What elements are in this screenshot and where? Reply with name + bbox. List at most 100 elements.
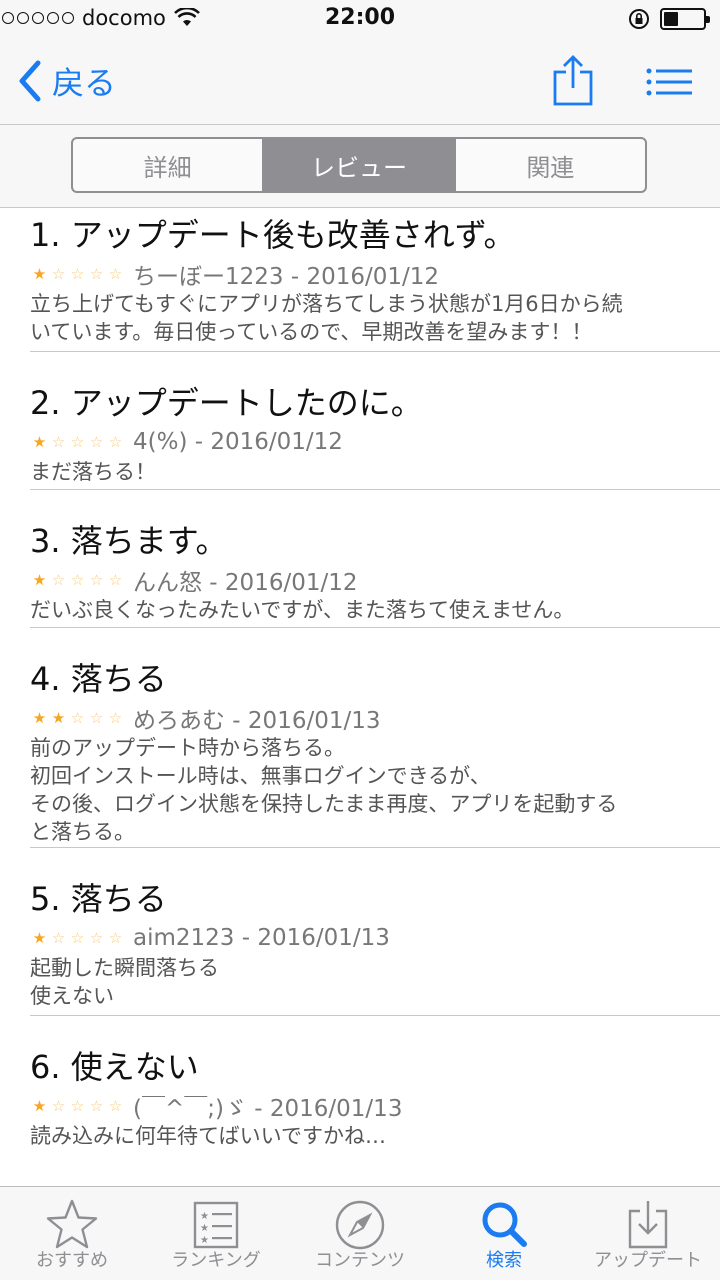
segment-related[interactable]: 関連 xyxy=(453,139,645,191)
review-author-date: 4(%) - 2016/01/12 xyxy=(133,429,343,455)
star-empty-icon: ☆ xyxy=(108,264,123,283)
tab-contents[interactable]: コンテンツ xyxy=(288,1187,432,1280)
compass-icon xyxy=(335,1200,385,1250)
back-label: 戻る xyxy=(52,64,117,102)
review-meta: ★ ★ ☆ ☆ ☆ めろあむ - 2016/01/13 xyxy=(30,702,720,734)
segment-reviews[interactable]: レビュー xyxy=(262,139,454,191)
rating-stars: ★ ☆ ☆ ☆ ☆ xyxy=(30,432,125,451)
star-empty-icon: ☆ xyxy=(89,570,104,589)
tab-featured[interactable]: おすすめ xyxy=(0,1187,144,1280)
review-body: だいぶ良くなったみたいですが、また落ちて使えません。 xyxy=(30,598,575,622)
review-body: 読み込みに何年待てばいいですかね… xyxy=(30,1124,386,1148)
rating-stars: ★ ★ ☆ ☆ ☆ xyxy=(30,708,125,727)
star-filled-icon: ★ xyxy=(51,708,66,727)
star-empty-icon: ☆ xyxy=(51,928,66,947)
star-icon xyxy=(46,1199,98,1249)
review-item[interactable]: 4. 落ちる ★ ★ ☆ ☆ ☆ めろあむ - 2016/01/13 前のアップデート時… xyxy=(30,628,720,848)
star-empty-icon: ☆ xyxy=(70,570,85,589)
star-empty-icon: ☆ xyxy=(108,708,123,727)
status-bar: docomo 22:00 xyxy=(0,0,720,40)
review-meta: ★ ☆ ☆ ☆ ☆ んん怒 - 2016/01/12 xyxy=(30,564,720,596)
list-icon[interactable] xyxy=(646,68,692,96)
share-icon[interactable] xyxy=(552,54,594,106)
review-body: 前のアップデート時から落ちる。 初回インストール時は、無事ログインできるが、 そ… xyxy=(30,736,618,844)
star-empty-icon: ☆ xyxy=(51,570,66,589)
review-author-date: ちーぼー1223 - 2016/01/12 xyxy=(133,264,440,290)
star-empty-icon: ☆ xyxy=(108,1096,123,1115)
svg-text:★: ★ xyxy=(200,1235,209,1246)
star-filled-icon: ★ xyxy=(32,264,47,283)
review-author-date: めろあむ - 2016/01/13 xyxy=(133,708,381,734)
review-item[interactable]: 6. 使えない ★ ☆ ☆ ☆ ☆ (￣^￣;)ゞ - 2016/01/13 読み込みに… xyxy=(30,1016,720,1176)
rating-stars: ★ ☆ ☆ ☆ ☆ xyxy=(30,928,125,947)
review-author-date: (￣^￣;)ゞ - 2016/01/13 xyxy=(133,1096,403,1122)
review-item[interactable]: 3. 落ちます。 ★ ☆ ☆ ☆ ☆ んん怒 - 2016/01/12 だいぶ良くなった… xyxy=(30,490,720,628)
review-meta: ★ ☆ ☆ ☆ ☆ (￣^￣;)ゞ - 2016/01/13 xyxy=(30,1090,720,1122)
star-filled-icon: ★ xyxy=(32,570,47,589)
review-item[interactable]: 1. アップデート後も改善されず。 ★ ☆ ☆ ☆ ☆ ちーぼー1223 - 2016/… xyxy=(30,208,720,352)
star-empty-icon: ☆ xyxy=(51,1096,66,1115)
svg-text:★: ★ xyxy=(200,1211,209,1222)
review-meta: ★ ☆ ☆ ☆ ☆ 4(%) - 2016/01/12 xyxy=(30,426,720,458)
status-time: 22:00 xyxy=(324,5,396,30)
review-author-date: aim2123 - 2016/01/13 xyxy=(133,925,390,951)
rating-stars: ★ ☆ ☆ ☆ ☆ xyxy=(30,264,125,283)
status-right xyxy=(628,8,710,30)
back-button[interactable]: 戻る xyxy=(16,58,116,104)
navigation-bar: 戻る xyxy=(0,40,720,124)
tab-label: アップデート xyxy=(594,1250,702,1271)
review-body: 起動した瞬間落ちる 使えない xyxy=(30,956,219,1008)
star-empty-icon: ☆ xyxy=(70,432,85,451)
segment-details[interactable]: 詳細 xyxy=(73,139,262,191)
review-title: 3. 落ちます。 xyxy=(30,522,228,560)
star-empty-icon: ☆ xyxy=(108,928,123,947)
star-empty-icon: ☆ xyxy=(51,432,66,451)
review-title: 4. 落ちる xyxy=(30,660,167,698)
star-filled-icon: ★ xyxy=(32,432,47,451)
tab-label: コンテンツ xyxy=(315,1250,405,1271)
star-empty-icon: ☆ xyxy=(51,264,66,283)
tab-search[interactable]: 検索 xyxy=(432,1187,576,1280)
rating-stars: ★ ☆ ☆ ☆ ☆ xyxy=(30,1096,125,1115)
rating-stars: ★ ☆ ☆ ☆ ☆ xyxy=(30,570,125,589)
ranking-list-icon: ★ ★ ★ xyxy=(193,1201,239,1249)
review-item[interactable]: 2. アップデートしたのに。 ★ ☆ ☆ ☆ ☆ 4(%) - 2016/01/12 ま… xyxy=(30,352,720,490)
star-empty-icon: ☆ xyxy=(70,708,85,727)
rotation-lock-icon xyxy=(629,9,649,29)
tab-updates[interactable]: アップデート xyxy=(576,1187,720,1280)
review-list[interactable]: 1. アップデート後も改善されず。 ★ ☆ ☆ ☆ ☆ ちーぼー1223 - 2016/… xyxy=(0,208,720,1186)
star-empty-icon: ☆ xyxy=(70,264,85,283)
tab-label: 検索 xyxy=(486,1250,522,1271)
tab-ranking[interactable]: ★ ★ ★ ランキング xyxy=(144,1187,288,1280)
star-filled-icon: ★ xyxy=(32,1096,47,1115)
tab-label: おすすめ xyxy=(36,1250,108,1271)
star-empty-icon: ☆ xyxy=(70,928,85,947)
star-filled-icon: ★ xyxy=(32,928,47,947)
review-title: 6. 使えない xyxy=(30,1048,199,1086)
star-empty-icon: ☆ xyxy=(70,1096,85,1115)
star-empty-icon: ☆ xyxy=(89,708,104,727)
star-empty-icon: ☆ xyxy=(89,432,104,451)
review-item[interactable]: 5. 落ちる ★ ☆ ☆ ☆ ☆ aim2123 - 2016/01/13 起動した瞬間… xyxy=(30,848,720,1016)
star-empty-icon: ☆ xyxy=(89,264,104,283)
segment-bar: 詳細 レビュー 関連 xyxy=(0,124,720,208)
review-body: 立ち上げてもすぐにアプリが落ちてしまう状態が1月6日から続 いています。毎日使っ… xyxy=(30,292,623,344)
star-empty-icon: ☆ xyxy=(108,570,123,589)
review-body: まだ落ちる！ xyxy=(30,460,156,484)
battery-icon xyxy=(660,8,710,30)
star-empty-icon: ☆ xyxy=(108,432,123,451)
download-tray-icon xyxy=(628,1201,668,1249)
review-meta: ★ ☆ ☆ ☆ ☆ aim2123 - 2016/01/13 xyxy=(30,922,720,954)
review-title: 1. アップデート後も改善されず。 xyxy=(30,216,516,254)
chevron-left-icon xyxy=(19,60,41,102)
review-author-date: んん怒 - 2016/01/12 xyxy=(133,570,358,596)
star-filled-icon: ★ xyxy=(32,708,47,727)
tab-label: ランキング xyxy=(171,1250,261,1271)
review-title: 2. アップデートしたのに。 xyxy=(30,384,423,422)
tab-bar: おすすめ ★ ★ ★ ランキング コンテンツ 検索 アップデート xyxy=(0,1186,720,1280)
segmented-control: 詳細 レビュー 関連 xyxy=(71,137,647,193)
review-title: 5. 落ちる xyxy=(30,880,167,918)
svg-text:★: ★ xyxy=(200,1223,209,1234)
search-icon xyxy=(482,1202,527,1247)
star-empty-icon: ☆ xyxy=(89,928,104,947)
